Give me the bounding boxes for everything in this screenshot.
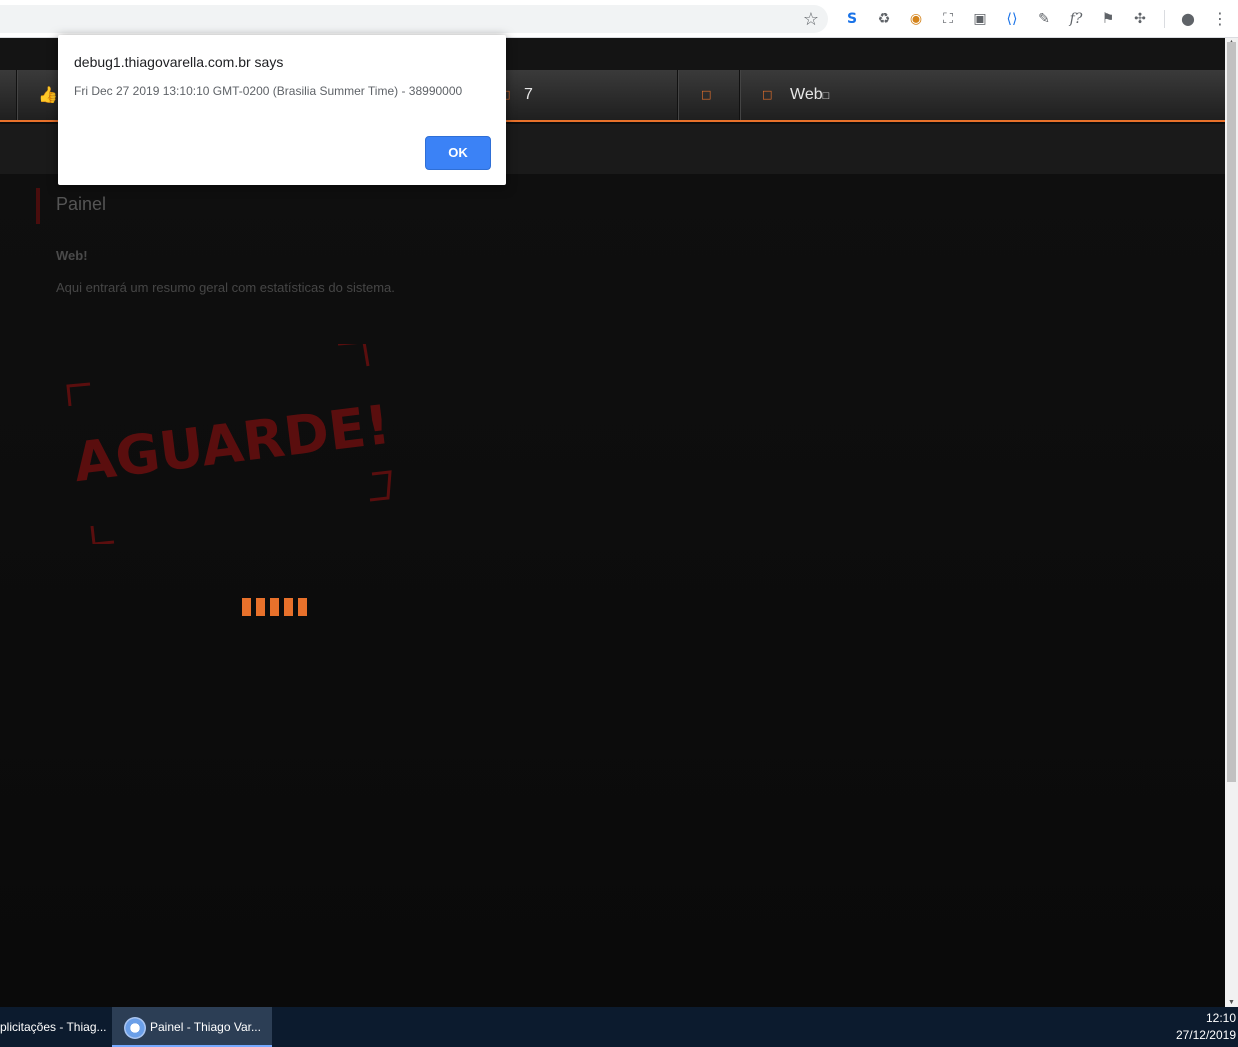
thumbs-up-icon[interactable]: 👍	[38, 70, 58, 120]
loader-bar	[256, 598, 265, 616]
taskbar-item[interactable]: plicitações - Thiag...	[0, 1007, 108, 1047]
aguarde-stamp: AGUARDE!	[66, 344, 394, 544]
taskbar-item-label: Painel - Thiago Var...	[150, 1020, 261, 1034]
clock-date: 27/12/2019	[1175, 1028, 1236, 1042]
bookmark-star-icon[interactable]: ☆	[800, 8, 822, 30]
chrome-icon	[124, 1017, 146, 1039]
loader-bar	[270, 598, 279, 616]
ok-button[interactable]: OK	[425, 136, 491, 170]
section-subtitle: Web!	[56, 248, 88, 263]
scroll-down-icon[interactable]: ▼	[1227, 998, 1236, 1007]
nav-divider	[677, 70, 678, 120]
account-icon[interactable]: ●	[1178, 9, 1198, 29]
loader-bar	[298, 598, 307, 616]
alert-dialog: debug1.thiagovarella.com.br says Fri Dec…	[58, 35, 506, 185]
nav-web-label: Web	[790, 86, 823, 103]
page-scrollbar[interactable]: ▲ ▼	[1225, 38, 1238, 1007]
scroll-thumb[interactable]	[1227, 42, 1236, 782]
loader-bar	[284, 598, 293, 616]
main-content: Painel Web! Aqui entrará um resumo geral…	[0, 174, 1225, 1007]
eyedropper-icon[interactable]: ✎	[1034, 9, 1054, 29]
nav-count[interactable]: 7	[524, 70, 533, 120]
loader-bar	[242, 598, 251, 616]
s-extension-icon[interactable]: S	[842, 9, 862, 29]
section-description: Aqui entrará um resumo geral com estatís…	[56, 280, 395, 295]
code-icon[interactable]: ⟨⟩	[1002, 9, 1022, 29]
clock-time: 12:10	[1205, 1011, 1236, 1025]
stamp-text: AGUARDE!	[70, 393, 393, 494]
dialog-message: Fri Dec 27 2019 13:10:10 GMT-0200 (Brasi…	[74, 84, 463, 98]
web-box-icon[interactable]: □	[762, 70, 772, 120]
menu-icon[interactable]: ⋮	[1210, 9, 1230, 29]
flag-icon[interactable]: ⚑	[1098, 9, 1118, 29]
reader-icon[interactable]: ▣	[970, 9, 990, 29]
nav-web[interactable]: Web□	[790, 70, 829, 121]
recycle-icon[interactable]: ♻	[874, 9, 894, 29]
puzzle-icon[interactable]: ✣	[1130, 9, 1150, 29]
title-accent	[36, 188, 40, 224]
windows-taskbar: plicitações - Thiag... Painel - Thiago V…	[0, 1007, 1238, 1047]
page-title: Painel	[56, 194, 107, 214]
toolbar-divider	[1164, 10, 1165, 28]
dialog-title: debug1.thiagovarella.com.br says	[74, 54, 284, 70]
screenshot-icon[interactable]: ⛶	[938, 9, 958, 29]
address-bar[interactable]	[0, 5, 828, 33]
system-clock[interactable]: 12:10 27/12/2019	[1176, 1010, 1236, 1044]
font-icon[interactable]: f?	[1066, 9, 1086, 29]
basketball-icon[interactable]: ◉	[906, 9, 926, 29]
loading-indicator	[242, 598, 308, 618]
taskbar-item-active[interactable]: Painel - Thiago Var...	[112, 1007, 272, 1047]
caret-box-icon: □	[822, 90, 830, 102]
nav-box-icon[interactable]: □	[701, 70, 711, 120]
nav-divider	[739, 70, 740, 120]
nav-divider	[16, 70, 17, 120]
browser-toolbar: ☆ S ♻ ◉ ⛶ ▣ ⟨⟩ ✎ f? ⚑ ✣ ● ⋮	[0, 0, 1238, 38]
